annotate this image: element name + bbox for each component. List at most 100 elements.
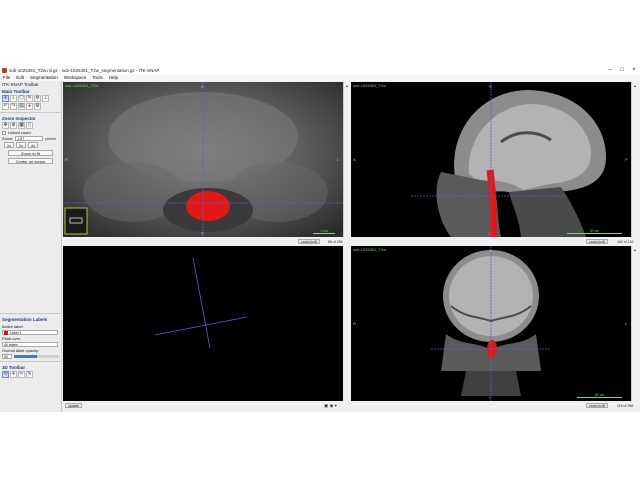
sagittal-orient-left: A xyxy=(353,157,356,162)
rotate-icon[interactable]: ⟲ xyxy=(2,371,9,378)
update-3d-button[interactable]: update xyxy=(65,403,82,408)
toolbar-3d: ⟲ ✛ ✂ ✎ xyxy=(0,371,61,378)
paint-over-row: All labels xyxy=(0,342,61,347)
itksnap-window: sub-1025351_T2w.nii.gz - sub-1025351_T2w… xyxy=(0,66,640,412)
crosshair3d-icon[interactable]: ✛ xyxy=(10,371,17,378)
scalpel-icon[interactable]: ✂ xyxy=(18,371,25,378)
sagittal-slice-count: 162 of 162 xyxy=(617,240,634,244)
spray-icon[interactable]: ✎ xyxy=(26,371,33,378)
zoom-2x-button[interactable]: 2x xyxy=(16,142,26,148)
menu-edit[interactable]: Edit xyxy=(16,75,24,80)
coronal-orient-top: S xyxy=(489,248,492,253)
zoom-icon[interactable]: ⌕ xyxy=(10,95,17,102)
zoom-unit: px/mm xyxy=(45,136,56,141)
zoom-to-fit-button[interactable]: Zoom to fit xyxy=(8,150,53,156)
zoom-4x-button[interactable]: 4x xyxy=(28,142,38,148)
axial-orient-left: R xyxy=(65,157,68,162)
coronal-view[interactable]: sub-1025351_T2w S R L I 30 cm xyxy=(351,246,631,401)
sagittal-view-label: sub-1025351_T2w xyxy=(353,83,387,88)
zoom-tool-icon[interactable]: ⊕ xyxy=(10,122,17,129)
scroll-up-icon[interactable]: ▴ xyxy=(344,82,350,89)
center-on-cursor-button[interactable]: Center on cursor xyxy=(8,158,53,164)
menu-bar: File Edit Segmentation Workspace Tools H… xyxy=(0,74,640,81)
linked-zoom-label: Linked zoom xyxy=(8,130,31,135)
snake-icon[interactable]: ✲ xyxy=(34,95,41,102)
menu-segmentation[interactable]: Segmentation xyxy=(30,75,58,80)
crosshair-icon[interactable]: ✛ xyxy=(2,95,9,102)
zoom-1x-button[interactable]: 1x xyxy=(4,142,14,148)
menu-help[interactable]: Help xyxy=(109,75,118,80)
edit-toolbar: ↶ ↷ ▤ ● ⚙ xyxy=(0,103,61,110)
zoom-input[interactable]: 1.87 xyxy=(15,136,44,141)
axial-orient-top: A xyxy=(201,84,204,89)
axial-image xyxy=(63,82,343,237)
axial-orient-bottom: P xyxy=(201,231,204,236)
opacity-slider-fill xyxy=(14,355,37,358)
minimize-button[interactable]: – xyxy=(604,66,616,74)
axial-zoom-fit-button[interactable]: zoom to fit xyxy=(298,239,321,244)
paint-icon[interactable]: ● xyxy=(26,103,33,110)
zoom-presets: 1x 2x 4x xyxy=(0,142,61,148)
toolbar-panel-title: ITK-SNAP Toolbar xyxy=(2,82,39,87)
axial-scale-bar: 1 cm xyxy=(313,229,335,234)
mouse-icon[interactable]: ▯ xyxy=(26,122,33,129)
annotation-icon[interactable]: ⊥ xyxy=(42,95,49,102)
active-label-row: Label 1 xyxy=(0,330,61,335)
view-3d-options-icon[interactable]: ▣ ◉ ▾ xyxy=(324,403,337,409)
grid-icon[interactable]: ▦ xyxy=(18,122,25,129)
toolbar3d-title: 3D Toolbar xyxy=(2,365,26,370)
coronal-zoom-fit-button[interactable]: zoom to fit xyxy=(586,403,609,408)
undo-icon[interactable]: ↶ xyxy=(2,103,9,110)
coronal-vscroll[interactable]: ▴ xyxy=(631,246,638,401)
layers-icon[interactable]: ▤ xyxy=(18,103,25,110)
sagittal-zoom-fit-button[interactable]: zoom to fit xyxy=(586,239,609,244)
paint-over-caption: Paint over: xyxy=(2,336,22,341)
close-button[interactable]: × xyxy=(628,66,640,74)
main-toolbar-title: Main Toolbar xyxy=(2,89,30,94)
settings-icon[interactable]: ⚙ xyxy=(34,103,41,110)
linked-zoom-checkbox[interactable] xyxy=(2,130,6,135)
sagittal-image xyxy=(411,82,606,237)
active-label-caption: Active label: xyxy=(2,324,24,329)
itksnap-logo-icon xyxy=(2,67,7,73)
redo-icon[interactable]: ↷ xyxy=(10,103,17,110)
pan-icon[interactable]: ✥ xyxy=(2,122,9,129)
coronal-orient-left: R xyxy=(353,321,356,326)
sagittal-view[interactable]: sub-1025351_T2w S A P I 30 cm xyxy=(351,82,631,237)
maximize-button[interactable]: □ xyxy=(616,66,628,74)
sagittal-vscroll[interactable]: ▴ xyxy=(631,82,638,237)
axial-vscroll[interactable]: ▴ xyxy=(343,82,350,237)
zoom-row: Zoom: 1.87 px/mm xyxy=(0,136,61,141)
menu-tools[interactable]: Tools xyxy=(92,75,103,80)
opacity-input[interactable]: 50 xyxy=(2,354,12,359)
main-toolbar: ✛ ⌕ ⬠ ✎ ✲ ⊥ xyxy=(0,95,61,102)
zoom-tools: ✥ ⊕ ▦ ▯ xyxy=(0,122,61,129)
axial-view-label: sub-1025351_T2w xyxy=(65,83,99,88)
label-color-swatch xyxy=(4,330,8,335)
coronal-orient-right: L xyxy=(625,321,628,326)
sidebar: ITK-SNAP Toolbar Main Toolbar ✛ ⌕ ⬠ ✎ ✲ … xyxy=(0,81,62,412)
divider xyxy=(0,112,61,113)
view-3d-canvas xyxy=(154,257,248,349)
paint-over-select[interactable]: All labels xyxy=(2,342,58,347)
opacity-slider[interactable] xyxy=(14,355,59,358)
opacity-row: 50 xyxy=(0,354,61,359)
sagittal-orient-right: P xyxy=(625,157,628,162)
menu-file[interactable]: File xyxy=(3,75,10,80)
coronal-orient-bottom: I xyxy=(489,395,491,400)
opacity-caption: Overall label opacity: xyxy=(2,348,40,353)
title-bar: sub-1025351_T2w.nii.gz - sub-1025351_T2w… xyxy=(0,66,640,74)
paintbrush-icon[interactable]: ✎ xyxy=(26,95,33,102)
scroll-up-icon[interactable]: ▴ xyxy=(632,246,638,253)
view-3d[interactable] xyxy=(63,246,343,401)
active-label-select[interactable]: Label 1 xyxy=(2,330,58,335)
axial-view[interactable]: sub-1025351_T2w A R L P 1 cm xyxy=(63,82,343,237)
scroll-up-icon[interactable]: ▴ xyxy=(632,82,638,89)
coronal-slice-count: 115 of 256 xyxy=(617,404,634,408)
divider xyxy=(0,313,61,314)
axial-slice-count: 66 of 256 xyxy=(328,240,343,244)
zoom-label: Zoom: xyxy=(2,136,14,141)
polygon-icon[interactable]: ⬠ xyxy=(18,95,25,102)
menu-workspace[interactable]: Workspace xyxy=(64,75,86,80)
seg-labels-title: Segmentation Labels xyxy=(2,317,48,322)
